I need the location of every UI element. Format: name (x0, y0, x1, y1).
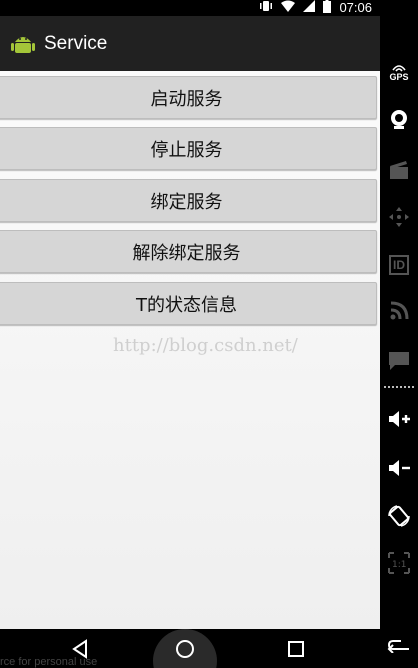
service-status-button[interactable]: T的状态信息 (0, 282, 377, 325)
nav-recent-button[interactable] (276, 629, 316, 668)
rotate-icon[interactable] (380, 502, 418, 530)
navigation-bar: rce for personal use (0, 629, 380, 668)
rss-icon[interactable] (380, 298, 418, 324)
app-title: Service (44, 32, 108, 54)
scale-icon[interactable]: 1:1 (380, 550, 418, 576)
watermark: http://blog.csdn.net/ (113, 335, 298, 356)
action-bar: Service (0, 16, 380, 71)
volume-up-icon[interactable] (380, 406, 418, 432)
camera-icon[interactable] (380, 106, 418, 132)
stop-service-button[interactable]: 停止服务 (0, 127, 377, 170)
start-service-button[interactable]: 启动服务 (0, 76, 377, 119)
toolbar-divider (384, 386, 414, 388)
volume-down-icon[interactable] (380, 455, 418, 481)
bind-service-button[interactable]: 绑定服务 (0, 179, 377, 222)
back-icon[interactable] (380, 632, 418, 658)
dpad-icon[interactable] (380, 204, 418, 230)
nav-home-button[interactable] (152, 629, 218, 668)
vibrate-icon (259, 0, 273, 16)
clock-text: 07:06 (339, 0, 372, 15)
message-icon[interactable] (380, 348, 418, 374)
clapper-icon[interactable] (380, 157, 418, 183)
nav-home-icon (176, 639, 194, 658)
android-app-icon (10, 31, 36, 57)
wifi-icon (281, 0, 296, 16)
status-bar: 07:06 (0, 0, 380, 16)
signal-icon (303, 0, 316, 16)
emulator-toolbar: GPS ID 1:1 (380, 0, 418, 668)
gps-icon[interactable]: GPS (380, 60, 418, 84)
phone-screen: 07:06 Service 启动服务 停止服务 绑定服务 解除绑定服务 T的状态… (0, 0, 380, 668)
footer-text: rce for personal use (0, 656, 98, 668)
svg-text:1:1: 1:1 (392, 560, 406, 570)
nav-recent-icon (288, 640, 304, 657)
main-content: 启动服务 停止服务 绑定服务 解除绑定服务 T的状态信息 http://blog… (0, 71, 380, 629)
unbind-service-button[interactable]: 解除绑定服务 (0, 230, 377, 273)
battery-icon (323, 0, 332, 17)
id-icon[interactable]: ID (380, 252, 418, 278)
